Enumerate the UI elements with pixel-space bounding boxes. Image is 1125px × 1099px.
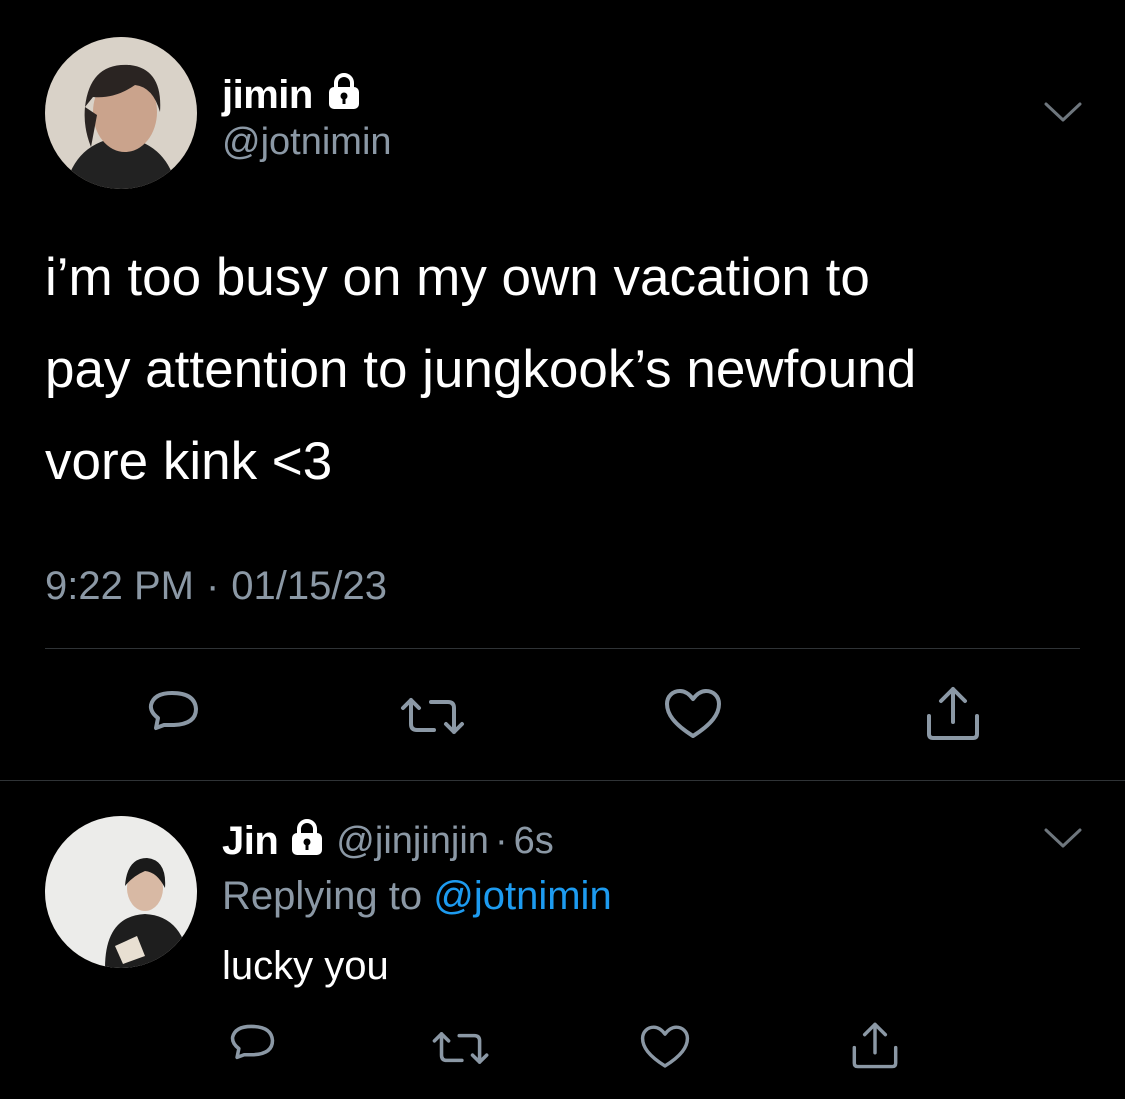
reply-header: Jin @jinjinjin · 6s bbox=[222, 818, 554, 863]
chevron-down-icon[interactable] bbox=[1043, 826, 1083, 850]
like-button[interactable] bbox=[640, 1024, 690, 1070]
share-button[interactable] bbox=[850, 1020, 900, 1070]
retweet-icon bbox=[401, 698, 464, 734]
share-icon bbox=[852, 1022, 898, 1069]
share-icon bbox=[927, 687, 979, 740]
author-display-name[interactable]: jimin bbox=[222, 75, 313, 115]
lock-icon bbox=[290, 818, 324, 863]
tweet-text: i’m too busy on my own vacation to pay a… bbox=[45, 232, 1105, 508]
share-button[interactable] bbox=[924, 684, 982, 742]
replying-to: Replying to @jotnimin bbox=[222, 876, 612, 916]
divider bbox=[0, 780, 1125, 781]
reply-text: lucky you bbox=[222, 944, 389, 988]
heart-icon bbox=[640, 1025, 690, 1068]
retweet-button[interactable] bbox=[398, 696, 468, 736]
reply-age: 6s bbox=[513, 819, 554, 862]
lock-icon bbox=[327, 72, 361, 117]
heart-icon bbox=[665, 689, 721, 738]
retweet-button[interactable] bbox=[430, 1030, 492, 1066]
author-handle[interactable]: @jotnimin bbox=[222, 123, 392, 161]
chevron-down-icon[interactable] bbox=[1043, 100, 1083, 124]
tweet-text-line: i’m too busy on my own vacation to bbox=[45, 248, 870, 307]
tweet-date: 01/15/23 bbox=[231, 564, 387, 608]
meta-separator: · bbox=[494, 819, 508, 862]
reply-handle[interactable]: @jinjinjin bbox=[336, 822, 489, 860]
reply-icon bbox=[230, 1024, 275, 1060]
like-button[interactable] bbox=[664, 688, 722, 740]
meta-separator: · bbox=[205, 564, 220, 608]
reply-icon bbox=[148, 691, 198, 730]
reply-button[interactable] bbox=[228, 1022, 278, 1068]
tweet-time: 9:22 PM bbox=[45, 564, 194, 608]
reply-button[interactable] bbox=[146, 688, 202, 740]
tweet-text-line: pay attention to jungkook’s newfound bbox=[45, 340, 917, 399]
replying-prefix: Replying to bbox=[222, 874, 423, 918]
author-name-row: jimin bbox=[222, 72, 361, 117]
tweet-text-line: vore kink <3 bbox=[45, 432, 333, 491]
tweet-timestamp[interactable]: 9:22 PM · 01/15/23 bbox=[45, 564, 387, 609]
reply-author-avatar[interactable] bbox=[45, 816, 197, 968]
replying-handle-link[interactable]: @jotnimin bbox=[433, 874, 611, 918]
author-avatar[interactable] bbox=[45, 37, 197, 189]
divider bbox=[45, 648, 1080, 649]
reply-display-name[interactable]: Jin bbox=[222, 821, 279, 861]
retweet-icon bbox=[432, 1032, 489, 1064]
